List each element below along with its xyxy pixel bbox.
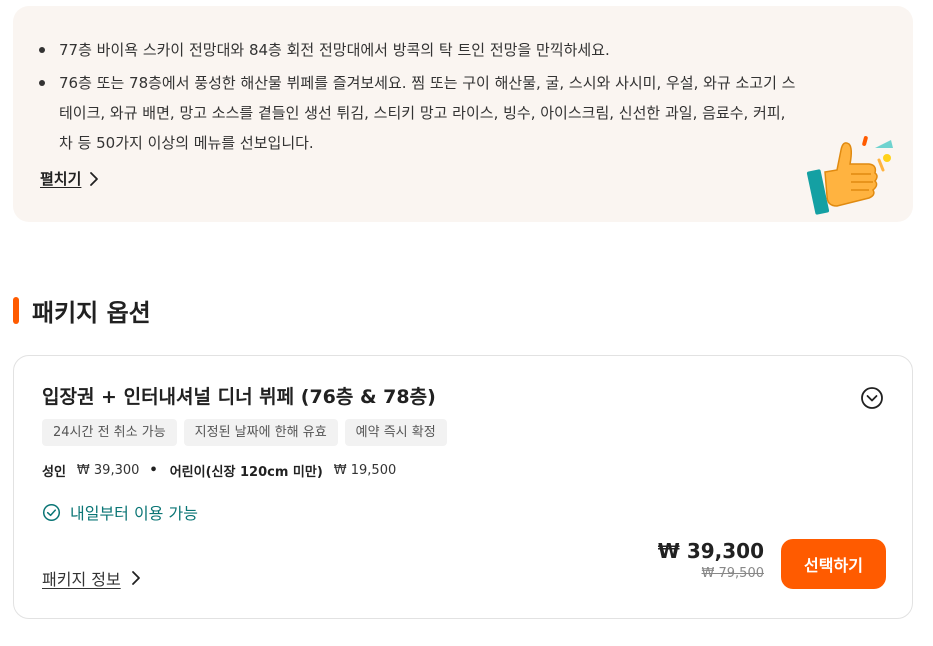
child-price: ₩ 19,500 bbox=[333, 463, 397, 478]
highlight-item: 77층 바이욕 스카이 전망대와 84층 회전 전망대에서 방콕의 탁 트인 전… bbox=[39, 35, 799, 65]
price-block: ₩ 39,300 ₩ 79,500 bbox=[658, 538, 764, 584]
chevron-right-icon bbox=[90, 171, 99, 186]
expand-label: 펼치기 bbox=[40, 170, 82, 188]
check-circle-icon bbox=[42, 503, 61, 521]
section-title: 패키지 옵션 bbox=[32, 298, 151, 327]
package-info-link[interactable]: 패키지 정보 bbox=[42, 566, 145, 590]
availability-text: 내일부터 이용 가능 bbox=[70, 504, 198, 523]
original-price: ₩ 79,500 bbox=[701, 566, 764, 581]
adult-label: 성인 bbox=[42, 465, 66, 480]
current-price: ₩ 39,300 bbox=[657, 539, 764, 563]
package-info-label: 패키지 정보 bbox=[42, 570, 121, 589]
tag-confirmation: 예약 즉시 확정 bbox=[344, 419, 447, 446]
select-button[interactable]: 선택하기 bbox=[781, 539, 886, 589]
unit-prices: 성인 ₩ 39,300 • 어린이(신장 120cm 미만) ₩ 19,500 bbox=[42, 461, 396, 480]
bullet-dot bbox=[39, 47, 45, 53]
section-accent-bar bbox=[13, 296, 19, 324]
package-tags: 24시간 전 취소 가능 지정된 날짜에 한해 유효 예약 즉시 확정 bbox=[42, 419, 447, 446]
thumbs-up-icon bbox=[806, 136, 893, 215]
package-card[interactable]: 입장권 + 인터내셔널 디너 뷔페 (76층 & 78층) 24시간 전 취소 … bbox=[13, 355, 913, 619]
highlights-box: 77층 바이욕 스카이 전망대와 84층 회전 전망대에서 방콕의 탁 트인 전… bbox=[13, 6, 913, 222]
separator-dot: • bbox=[149, 463, 158, 478]
chevron-right-icon bbox=[131, 571, 140, 585]
highlight-item: 76층 또는 78층에서 풍성한 해산물 뷔페를 즐겨보세요. 찜 또는 구이 … bbox=[39, 68, 799, 158]
chevron-down-circle-icon[interactable] bbox=[860, 386, 884, 410]
availability: 내일부터 이용 가능 bbox=[42, 500, 198, 524]
highlight-text: 76층 또는 78층에서 풍성한 해산물 뷔페를 즐겨보세요. 찜 또는 구이 … bbox=[59, 74, 796, 152]
tag-cancellation: 24시간 전 취소 가능 bbox=[42, 419, 177, 446]
section-heading: 패키지 옵션 bbox=[13, 294, 151, 327]
highlights-list: 77층 바이욕 스카이 전망대와 84층 회전 전망대에서 방콕의 탁 트인 전… bbox=[39, 35, 799, 161]
adult-price: ₩ 39,300 bbox=[76, 463, 140, 478]
expand-button[interactable]: 펼치기 bbox=[40, 168, 102, 189]
package-title: 입장권 + 인터내셔널 디너 뷔페 (76층 & 78층) bbox=[42, 386, 436, 408]
highlight-text: 77층 바이욕 스카이 전망대와 84층 회전 전망대에서 방콕의 탁 트인 전… bbox=[59, 41, 610, 59]
child-label: 어린이(신장 120cm 미만) bbox=[169, 465, 323, 480]
bullet-dot bbox=[39, 80, 45, 86]
tag-validity: 지정된 날짜에 한해 유효 bbox=[183, 419, 338, 446]
